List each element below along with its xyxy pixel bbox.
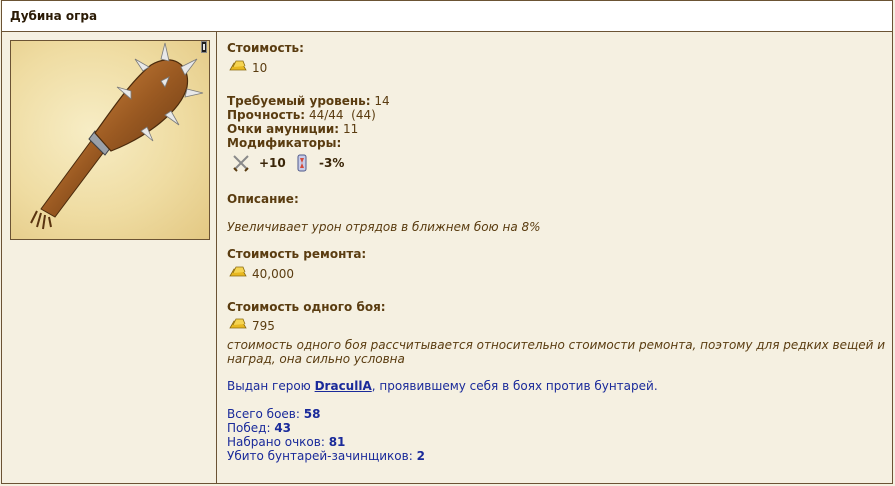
crossed-swords-icon [233, 155, 249, 172]
battle-cost-note: стоимость одного боя рассчитывается отно… [227, 338, 886, 352]
ogre-club-image [10, 40, 210, 240]
repair-value: 40,000 [252, 267, 294, 281]
durability-label: Прочность: [227, 108, 306, 122]
gold-icon [229, 266, 247, 277]
counter-label: Набрано очков: [227, 435, 329, 449]
counter-value: 43 [274, 421, 292, 435]
modifier-value: -3% [319, 156, 345, 170]
description-label: Описание: [227, 192, 299, 206]
cost-label: Стоимость: [227, 41, 304, 55]
level-value: 14 [374, 94, 390, 108]
modifiers-label: Модификаторы: [227, 136, 342, 150]
item-details: Стоимость: 10 Требуемый уровень: 14 Проч… [227, 32, 886, 483]
counter-row: Набрано очков: 81 [227, 435, 345, 449]
gold-icon [229, 60, 247, 71]
modifier-value: +10 [259, 156, 286, 170]
counter-value: 2 [416, 449, 425, 463]
battle-cost-note: наград, она сильно условна [227, 352, 405, 366]
ammo-row: Очки амуниции: 11 [227, 122, 358, 136]
description-text: Увеличивает урон отрядов в ближнем бою н… [227, 220, 541, 234]
repair-label: Стоимость ремонта: [227, 247, 367, 261]
hourglass-icon [297, 154, 307, 172]
award-prefix: Выдан герою [227, 379, 315, 393]
counter-row: Побед: 43 [227, 421, 291, 435]
ammo-label: Очки амуниции: [227, 122, 340, 136]
award-suffix: , проявившему себя в боях против бунтаре… [371, 379, 658, 393]
counter-label: Побед: [227, 421, 275, 435]
hero-link[interactable]: DracullA [315, 379, 372, 393]
item-image-column [2, 32, 217, 483]
counter-label: Убито бунтарей-зачинщиков: [227, 449, 417, 463]
award-line: Выдан герою DracullA, проявившему себя в… [227, 379, 658, 393]
level-label: Требуемый уровень: [227, 94, 371, 108]
counter-row: Всего боев: 58 [227, 407, 320, 421]
durability-row: Прочность: 44/44 (44) [227, 108, 376, 122]
gold-icon [229, 318, 247, 329]
ammo-value: 11 [342, 122, 359, 136]
info-icon[interactable] [201, 41, 207, 53]
counter-value: 58 [303, 407, 321, 421]
battle-cost-value: 795 [252, 319, 275, 333]
title-bar: Дубина огра [2, 1, 892, 32]
club-icon [30, 42, 204, 230]
counter-label: Всего боев: [227, 407, 304, 421]
cost-value: 10 [252, 61, 268, 75]
item-card: Дубина огра Стоимость: 10 Требуемый уров… [1, 0, 893, 484]
counter-row: Убито бунтарей-зачинщиков: 2 [227, 449, 425, 463]
item-title: Дубина огра [10, 9, 98, 23]
durability-value: 44/44 (44) [308, 108, 376, 122]
counter-value: 81 [328, 435, 346, 449]
level-row: Требуемый уровень: 14 [227, 94, 390, 108]
battle-cost-label: Стоимость одного боя: [227, 300, 386, 314]
